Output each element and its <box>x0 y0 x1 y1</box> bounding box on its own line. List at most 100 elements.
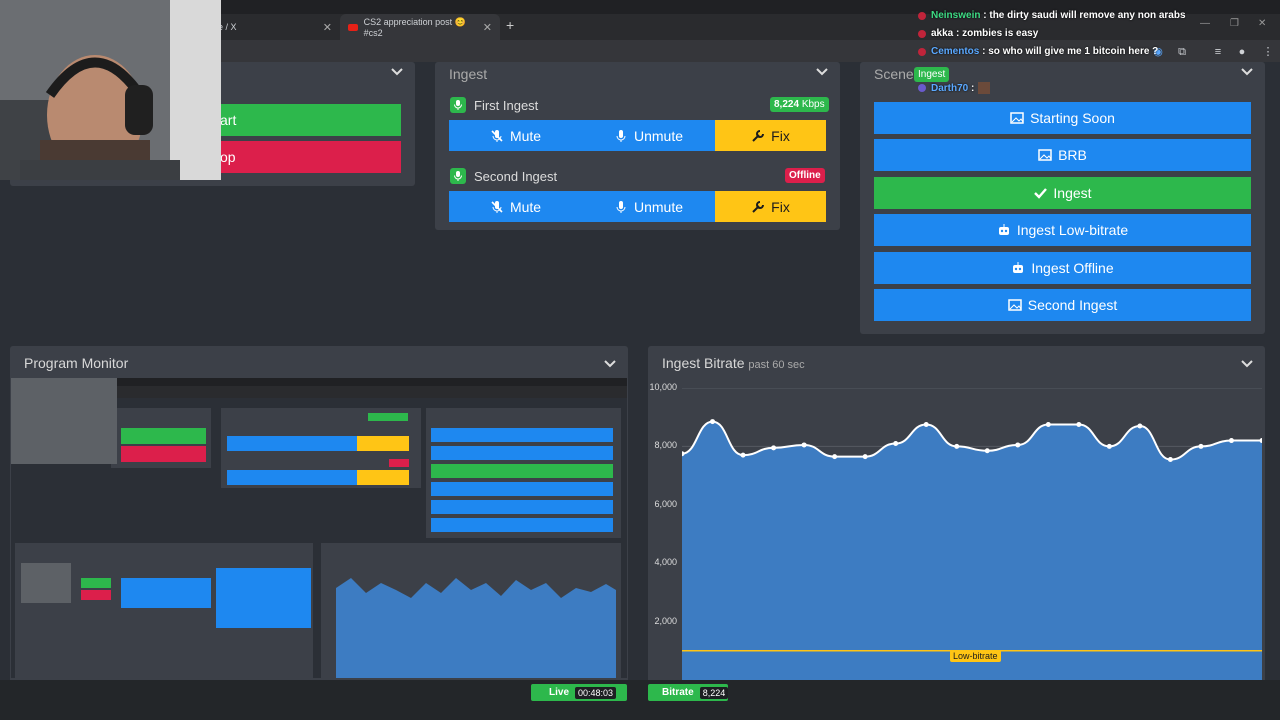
recursive-preview-image <box>11 378 627 678</box>
extensions-icon[interactable]: ⧉ <box>1176 46 1188 58</box>
mute-button[interactable]: Mute <box>449 120 582 151</box>
data-point <box>1076 422 1082 427</box>
panel-title: Scene <box>874 66 914 82</box>
ingest-name: Second Ingest <box>474 168 558 184</box>
ingest-name: First Ingest <box>474 97 539 113</box>
button-label: Mute <box>509 198 542 215</box>
robot-icon <box>997 223 1011 237</box>
unmute-button[interactable]: Unmute <box>582 191 715 222</box>
mic-off-icon <box>490 200 504 214</box>
button-label: Mute <box>509 127 542 144</box>
button-label: Fix <box>771 127 790 144</box>
chat-text: : zombies is easy <box>956 28 1039 39</box>
scene-brb[interactable]: BRB <box>874 139 1251 171</box>
bitrate-label: Bitrate <box>662 687 694 698</box>
chevron-down-icon[interactable] <box>1241 356 1253 371</box>
chat-user: Neinswein <box>931 10 981 21</box>
button-label: Unmute <box>633 198 684 215</box>
tab-label: CS2 appreciation post 😊 #cs2 <box>363 16 466 38</box>
media-icon[interactable]: ≡ <box>1212 46 1224 58</box>
minimize-icon[interactable]: — <box>1200 18 1210 29</box>
robot-icon <box>1011 261 1025 275</box>
threshold-label: Low-bitrate <box>950 650 1001 662</box>
mic-icon <box>450 97 466 113</box>
program-monitor-preview <box>11 378 627 678</box>
stop-button[interactable]: op <box>200 141 401 173</box>
scene-starting-soon[interactable]: Starting Soon <box>874 102 1251 134</box>
badge-value: 8,224 <box>774 99 800 110</box>
scene-ingest[interactable]: Ingest <box>874 177 1251 209</box>
fix-button[interactable]: Fix <box>715 120 826 151</box>
data-point <box>801 442 807 448</box>
chat-user: Cementos <box>931 46 980 57</box>
badge-icon <box>918 11 926 20</box>
image-icon <box>1038 148 1052 162</box>
mic-icon <box>450 168 466 184</box>
chevron-down-icon[interactable] <box>391 64 403 79</box>
chat-message: Cementos : so who will give me 1 bitcoin… <box>918 46 1158 57</box>
scene-ingest-low-bitrate[interactable]: Ingest Low-bitrate <box>874 214 1251 246</box>
scene-label: BRB <box>1058 147 1087 163</box>
start-button[interactable]: art <box>200 104 401 136</box>
mic-off-icon <box>490 129 504 143</box>
chevron-down-icon[interactable] <box>1241 64 1253 79</box>
scene-label: Ingest Offline <box>1031 260 1114 276</box>
chat-user: akka <box>931 28 954 39</box>
chevron-down-icon[interactable] <box>816 64 828 79</box>
panel-title: Ingest Bitrate past 60 sec <box>662 355 805 371</box>
chat-text: : the dirty saudi will remove any non ar… <box>983 10 1186 21</box>
fix-button[interactable]: Fix <box>715 191 826 222</box>
bitrate-badge: 8,224 Kbps <box>770 97 829 112</box>
youtube-icon <box>348 23 358 31</box>
badge-icon <box>918 47 926 56</box>
scene-second-ingest[interactable]: Second Ingest <box>874 289 1251 321</box>
y-tick-label: 4,000 <box>654 557 677 568</box>
image-icon <box>1010 111 1024 125</box>
data-point <box>862 454 868 460</box>
scene-ingest-offline[interactable]: Ingest Offline <box>874 252 1251 284</box>
chat-text: : so who will give me 1 bitcoin here ? <box>982 46 1159 57</box>
browser-tab-x[interactable]: e / X ✕ <box>210 14 340 40</box>
offline-badge: Offline <box>785 168 825 183</box>
menu-icon[interactable]: ⋮ <box>1262 46 1274 58</box>
streamer-webcam-image <box>0 0 221 180</box>
button-label: Unmute <box>633 127 684 144</box>
data-point <box>1167 457 1173 463</box>
badge-icon <box>918 29 926 38</box>
ingest-second: Second Ingest <box>450 168 557 184</box>
emote-icon <box>978 82 991 94</box>
bitrate-status: Bitrate 8,224 <box>648 684 729 701</box>
image-icon <box>1007 298 1022 312</box>
mic-icon <box>614 200 628 214</box>
profile-icon[interactable]: ● <box>1236 46 1248 58</box>
data-point <box>771 445 777 451</box>
y-tick-label: 10,000 <box>649 382 677 392</box>
y-tick-label: 2,000 <box>654 615 677 626</box>
button-label: Fix <box>771 198 790 215</box>
chevron-down-icon[interactable] <box>604 356 616 371</box>
new-tab-button[interactable]: + <box>506 17 514 33</box>
bitrate-value: 8,224 <box>699 686 729 699</box>
y-tick-label: 6,000 <box>654 498 677 509</box>
close-window-icon[interactable]: ✕ <box>1258 18 1266 29</box>
live-time: 00:48:03 <box>575 686 617 699</box>
live-status: Live 00:48:03 <box>531 684 627 701</box>
data-point <box>984 448 990 454</box>
wrench-icon <box>751 129 765 143</box>
close-icon[interactable]: ✕ <box>323 21 332 34</box>
data-point <box>893 440 899 446</box>
chat-message: akka : zombies is easy <box>918 28 1038 39</box>
start-label: art <box>220 112 237 128</box>
data-point <box>1228 438 1234 444</box>
data-point <box>1106 443 1112 449</box>
maximize-icon[interactable]: ❐ <box>1230 18 1239 29</box>
close-icon[interactable]: ✕ <box>483 21 492 34</box>
data-point <box>832 454 838 460</box>
unmute-button[interactable]: Unmute <box>582 120 715 151</box>
chat-user: Darth70 <box>931 82 969 94</box>
badge-unit: Kbps <box>801 99 825 110</box>
data-point <box>1198 443 1204 449</box>
browser-tab-youtube[interactable]: CS2 appreciation post 😊 #cs2 ✕ <box>340 14 500 40</box>
live-label: Live <box>549 687 570 698</box>
mute-button[interactable]: Mute <box>449 191 582 222</box>
